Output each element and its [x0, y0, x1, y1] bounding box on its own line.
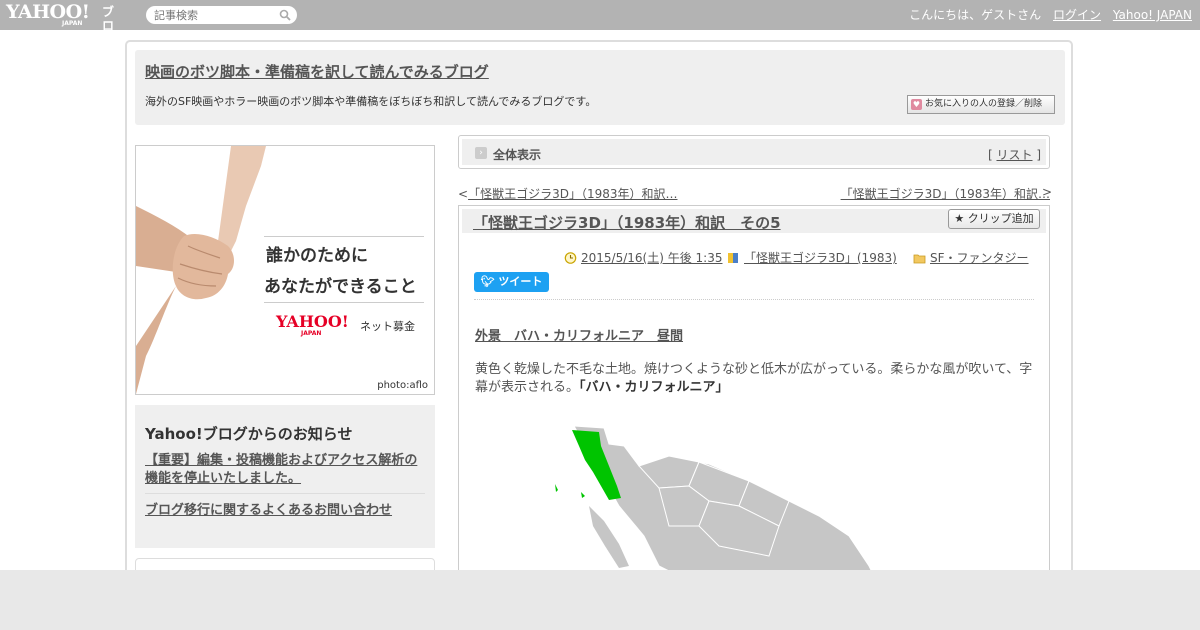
banner-yahoo-logo: YAHOO! [276, 312, 349, 331]
yahoo-japan-link[interactable]: Yahoo! JAPAN [1113, 8, 1192, 22]
logo-sub: JAPAN [62, 20, 83, 27]
heart-icon: ♥ [911, 99, 922, 110]
post-book-link[interactable]: 「怪獣王ゴジラ3D」(1983) [744, 251, 897, 265]
search-icon[interactable] [279, 9, 291, 21]
article-body-text: 黄色く乾燥した不毛な土地。焼けつくような砂と低木が広がっている。柔らかな風が吹い… [475, 362, 1033, 395]
article-divider [474, 299, 1034, 300]
view-mode-bar-inner: › 全体表示 [ リスト ] [462, 139, 1046, 165]
tweet-button[interactable]: 🐦︎ ツイート [474, 272, 549, 292]
arrow-right-icon: › [475, 147, 487, 159]
notice-title: Yahoo!ブログからのお知らせ [145, 425, 353, 443]
bottom-overlay [0, 570, 1200, 630]
prev-article: <「怪獣王ゴジラ3D」（1983年）和訳… [458, 185, 677, 202]
next-arrow: > [1042, 185, 1053, 199]
star-icon: ★ [954, 212, 965, 225]
baja-california-map [555, 426, 879, 584]
folder-icon [913, 254, 926, 264]
banner-line-1: 誰かのために [266, 246, 368, 266]
book-icon [728, 253, 738, 263]
banner-divider-top [264, 236, 424, 237]
clip-add-label: クリップ追加 [967, 212, 1034, 225]
view-all-label: 全体表示 [493, 148, 542, 162]
view-mode-bar: › 全体表示 [ リスト ] [458, 135, 1050, 169]
user-links: こんにちは、ゲストさん ログイン Yahoo! JAPAN [909, 8, 1192, 22]
banner-divider-bottom [264, 302, 424, 303]
article-caption: 「バハ・カリフォルニア」 [579, 380, 729, 395]
login-link[interactable]: ログイン [1053, 8, 1101, 22]
top-bar: YAHOO! JAPAN ブログ こんにちは、ゲストさん ログイン Yahoo!… [0, 0, 1200, 47]
post-date: 2015/5/16(土) 午後 1:35 [564, 249, 722, 266]
clock-icon [564, 252, 577, 264]
post-category-link[interactable]: SF・ファンタジー [930, 251, 1029, 265]
banner-net-bokin: ネット募金 [360, 320, 415, 333]
tweet-label: ツイート [498, 275, 543, 288]
next-article: 「怪獣王ゴジラ3D」（1983年）和訳… [841, 185, 1050, 202]
list-bracket-close: ] [1032, 148, 1041, 162]
article-body: 黄色く乾燥した不毛な土地。焼けつくような砂と低木が広がっている。柔らかな風が吹い… [475, 361, 1039, 397]
post-category: SF・ファンタジー [913, 249, 1029, 266]
blog-header: 映画のボツ脚本・準備稿を訳して読んでみるブログ 海外のSF映画やホラー映画のボツ… [135, 50, 1065, 125]
favorite-register-button[interactable]: ♥ お気に入りの人の登録／削除 [907, 95, 1055, 114]
post-book: 「怪獣王ゴジラ3D」(1983) [727, 249, 897, 266]
banner-yahoo-sub: JAPAN [301, 330, 322, 337]
scene-heading[interactable]: 外景 バハ・カリフォルニア 昼間 [475, 325, 683, 344]
notice-link-important[interactable]: 【重要】編集・投稿機能およびアクセス解析の機能を停止いたしました。 [145, 452, 427, 488]
search-input[interactable] [154, 8, 274, 22]
list-link[interactable]: リスト [996, 148, 1032, 162]
prev-article-link[interactable]: 「怪獣王ゴジラ3D」（1983年）和訳… [468, 187, 677, 201]
banner-line-2: あなたができること [264, 277, 417, 297]
article: 「怪獣王ゴジラ3D」（1983年）和訳 その5 ★ クリップ追加 2015/5/… [458, 205, 1050, 585]
article-search [146, 6, 297, 24]
helping-hands-image [136, 146, 266, 394]
greeting-text: こんにちは、ゲストさん [909, 8, 1042, 22]
next-article-link[interactable]: 「怪獣王ゴジラ3D」（1983年）和訳… [841, 187, 1050, 201]
logo-text: YAHOO! [6, 1, 90, 23]
notice-link-faq[interactable]: ブログ移行に関するよくあるお問い合わせ [145, 499, 392, 518]
yahoo-blog-notice: Yahoo!ブログからのお知らせ 【重要】編集・投稿機能およびアクセス解析の機能… [135, 405, 435, 548]
twitter-bird-icon: 🐦︎ [480, 275, 495, 288]
post-date-link[interactable]: 2015/5/16(土) 午後 1:35 [581, 251, 722, 265]
favorite-register-label: お気に入りの人の登録／削除 [925, 99, 1043, 109]
logo-blog: ブログ [102, 5, 115, 47]
blog-title[interactable]: 映画のボツ脚本・準備稿を訳して読んでみるブログ [145, 61, 489, 82]
banner-photo-credit: photo:aflo [377, 380, 428, 391]
clip-add-button[interactable]: ★ クリップ追加 [948, 209, 1040, 229]
article-title[interactable]: 「怪獣王ゴジラ3D」（1983年）和訳 その5 [473, 212, 781, 233]
blog-description: 海外のSF映画やホラー映画のボツ脚本や準備稿をぼちぼち和訳して読んでみるブログで… [145, 95, 597, 108]
notice-divider [145, 493, 425, 494]
prev-arrow: < [458, 187, 469, 201]
list-view-toggle: [ リスト ] [988, 146, 1041, 163]
article-header: 「怪獣王ゴジラ3D」（1983年）和訳 その5 ★ クリップ追加 [462, 209, 1046, 233]
charity-banner[interactable]: 誰かのために あなたができること YAHOO! JAPAN ネット募金 phot… [135, 145, 435, 395]
